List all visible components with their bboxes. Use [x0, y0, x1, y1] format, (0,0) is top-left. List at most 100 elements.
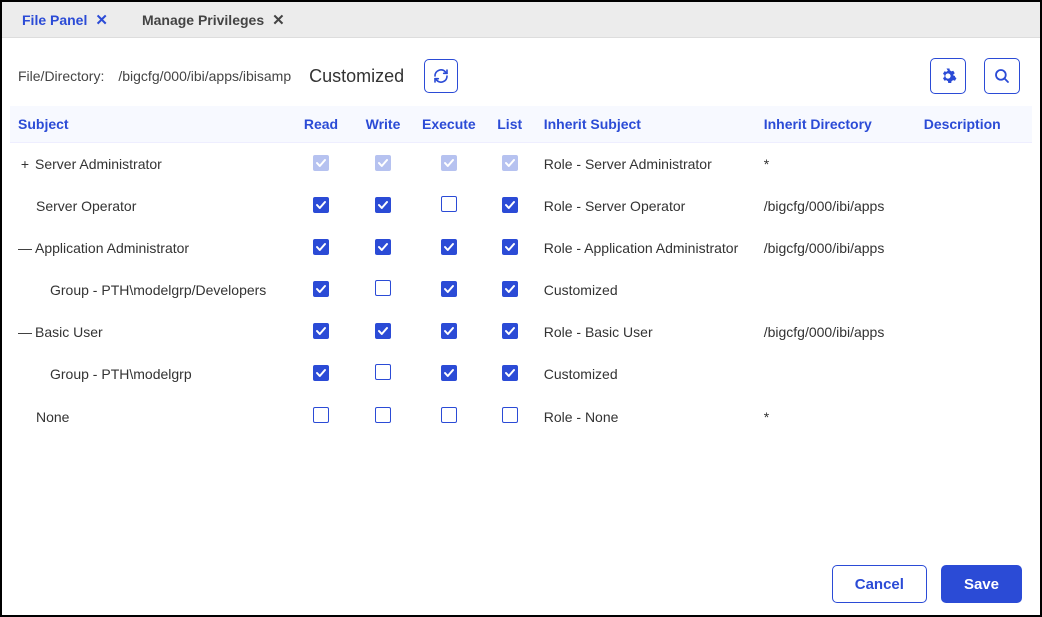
search-button[interactable] — [984, 58, 1020, 94]
cell-inherit-directory: * — [756, 395, 916, 438]
tab-label: Manage Privileges — [142, 12, 264, 28]
tab-label: File Panel — [22, 12, 87, 28]
cell-list — [484, 227, 536, 268]
cell-execute — [414, 143, 484, 185]
cell-read — [290, 352, 352, 395]
cell-write — [352, 311, 414, 352]
checkbox — [375, 155, 391, 171]
check-icon — [315, 199, 327, 211]
table-row: +Server Administrator Role - Server Admi… — [10, 143, 1032, 185]
col-subject[interactable]: Subject — [10, 106, 290, 143]
cell-execute — [414, 227, 484, 268]
checkbox[interactable] — [375, 323, 391, 339]
cell-inherit-directory: * — [756, 143, 916, 185]
checkbox[interactable] — [375, 364, 391, 380]
checkbox[interactable] — [313, 281, 329, 297]
col-write[interactable]: Write — [352, 106, 414, 143]
check-icon — [315, 241, 327, 253]
check-icon — [504, 199, 516, 211]
checkbox[interactable] — [441, 365, 457, 381]
cell-execute — [414, 352, 484, 395]
table-row: —Application Administrator Role - Applic… — [10, 227, 1032, 268]
save-button[interactable]: Save — [941, 565, 1022, 603]
col-execute[interactable]: Execute — [414, 106, 484, 143]
checkbox[interactable] — [502, 239, 518, 255]
row-expander[interactable]: — — [18, 324, 32, 340]
privileges-table: Subject Read Write Execute List Inherit … — [10, 106, 1032, 438]
row-expander[interactable]: + — [18, 156, 32, 172]
cell-read — [290, 395, 352, 438]
cell-subject: —Application Administrator — [10, 227, 290, 268]
check-icon — [377, 241, 389, 253]
checkbox[interactable] — [375, 407, 391, 423]
checkbox[interactable] — [441, 323, 457, 339]
col-inherit-directory[interactable]: Inherit Directory — [756, 106, 916, 143]
cell-description — [916, 184, 1032, 227]
checkbox[interactable] — [502, 365, 518, 381]
checkbox[interactable] — [375, 197, 391, 213]
checkbox[interactable] — [313, 323, 329, 339]
check-icon — [377, 325, 389, 337]
file-directory-label: File/Directory: — [18, 68, 104, 84]
privileges-table-wrap: Subject Read Write Execute List Inherit … — [2, 106, 1040, 438]
privilege-status: Customized — [309, 66, 404, 87]
tab-file-panel[interactable]: File Panel ✕ — [22, 11, 108, 29]
cell-inherit-subject: Role - Server Operator — [536, 184, 756, 227]
col-description[interactable]: Description — [916, 106, 1032, 143]
cell-subject: Server Operator — [10, 184, 290, 227]
check-icon — [315, 157, 327, 169]
checkbox — [441, 155, 457, 171]
check-icon — [504, 325, 516, 337]
checkbox — [313, 155, 329, 171]
cell-subject: —Basic User — [10, 311, 290, 352]
cell-list — [484, 143, 536, 185]
col-inherit-subject[interactable]: Inherit Subject — [536, 106, 756, 143]
checkbox — [502, 155, 518, 171]
check-icon — [504, 367, 516, 379]
checkbox[interactable] — [313, 407, 329, 423]
table-row: Server Operator Role - Server Operator/b… — [10, 184, 1032, 227]
cell-description — [916, 227, 1032, 268]
col-list[interactable]: List — [484, 106, 536, 143]
checkbox[interactable] — [441, 239, 457, 255]
col-read[interactable]: Read — [290, 106, 352, 143]
cell-write — [352, 352, 414, 395]
cell-execute — [414, 268, 484, 311]
check-icon — [443, 325, 455, 337]
cancel-button[interactable]: Cancel — [832, 565, 927, 603]
checkbox[interactable] — [441, 281, 457, 297]
close-icon[interactable]: ✕ — [95, 11, 108, 29]
cell-write — [352, 227, 414, 268]
checkbox[interactable] — [502, 323, 518, 339]
cell-list — [484, 311, 536, 352]
tab-manage-privileges[interactable]: Manage Privileges ✕ — [142, 11, 285, 29]
settings-button[interactable] — [930, 58, 966, 94]
check-icon — [443, 367, 455, 379]
checkbox[interactable] — [375, 239, 391, 255]
checkbox[interactable] — [375, 280, 391, 296]
tabbar: File Panel ✕ Manage Privileges ✕ — [2, 2, 1040, 38]
checkbox[interactable] — [313, 365, 329, 381]
checkbox[interactable] — [502, 197, 518, 213]
checkbox[interactable] — [441, 407, 457, 423]
cell-subject: +Server Administrator — [10, 143, 290, 185]
cell-inherit-directory: /bigcfg/000/ibi/apps — [756, 184, 916, 227]
checkbox[interactable] — [502, 281, 518, 297]
checkbox[interactable] — [313, 239, 329, 255]
cell-inherit-subject: Role - Application Administrator — [536, 227, 756, 268]
close-icon[interactable]: ✕ — [272, 11, 285, 29]
cell-write — [352, 143, 414, 185]
check-icon — [504, 283, 516, 295]
subject-label: Server Operator — [18, 198, 136, 214]
cell-read — [290, 227, 352, 268]
cell-execute — [414, 184, 484, 227]
footer: Cancel Save — [832, 565, 1022, 603]
checkbox[interactable] — [313, 197, 329, 213]
refresh-button[interactable] — [424, 59, 458, 93]
cell-inherit-subject: Customized — [536, 352, 756, 395]
checkbox[interactable] — [502, 407, 518, 423]
table-row: Group - PTH\modelgrp/Developers Customiz… — [10, 268, 1032, 311]
row-expander[interactable]: — — [18, 240, 32, 256]
cell-execute — [414, 395, 484, 438]
checkbox[interactable] — [441, 196, 457, 212]
